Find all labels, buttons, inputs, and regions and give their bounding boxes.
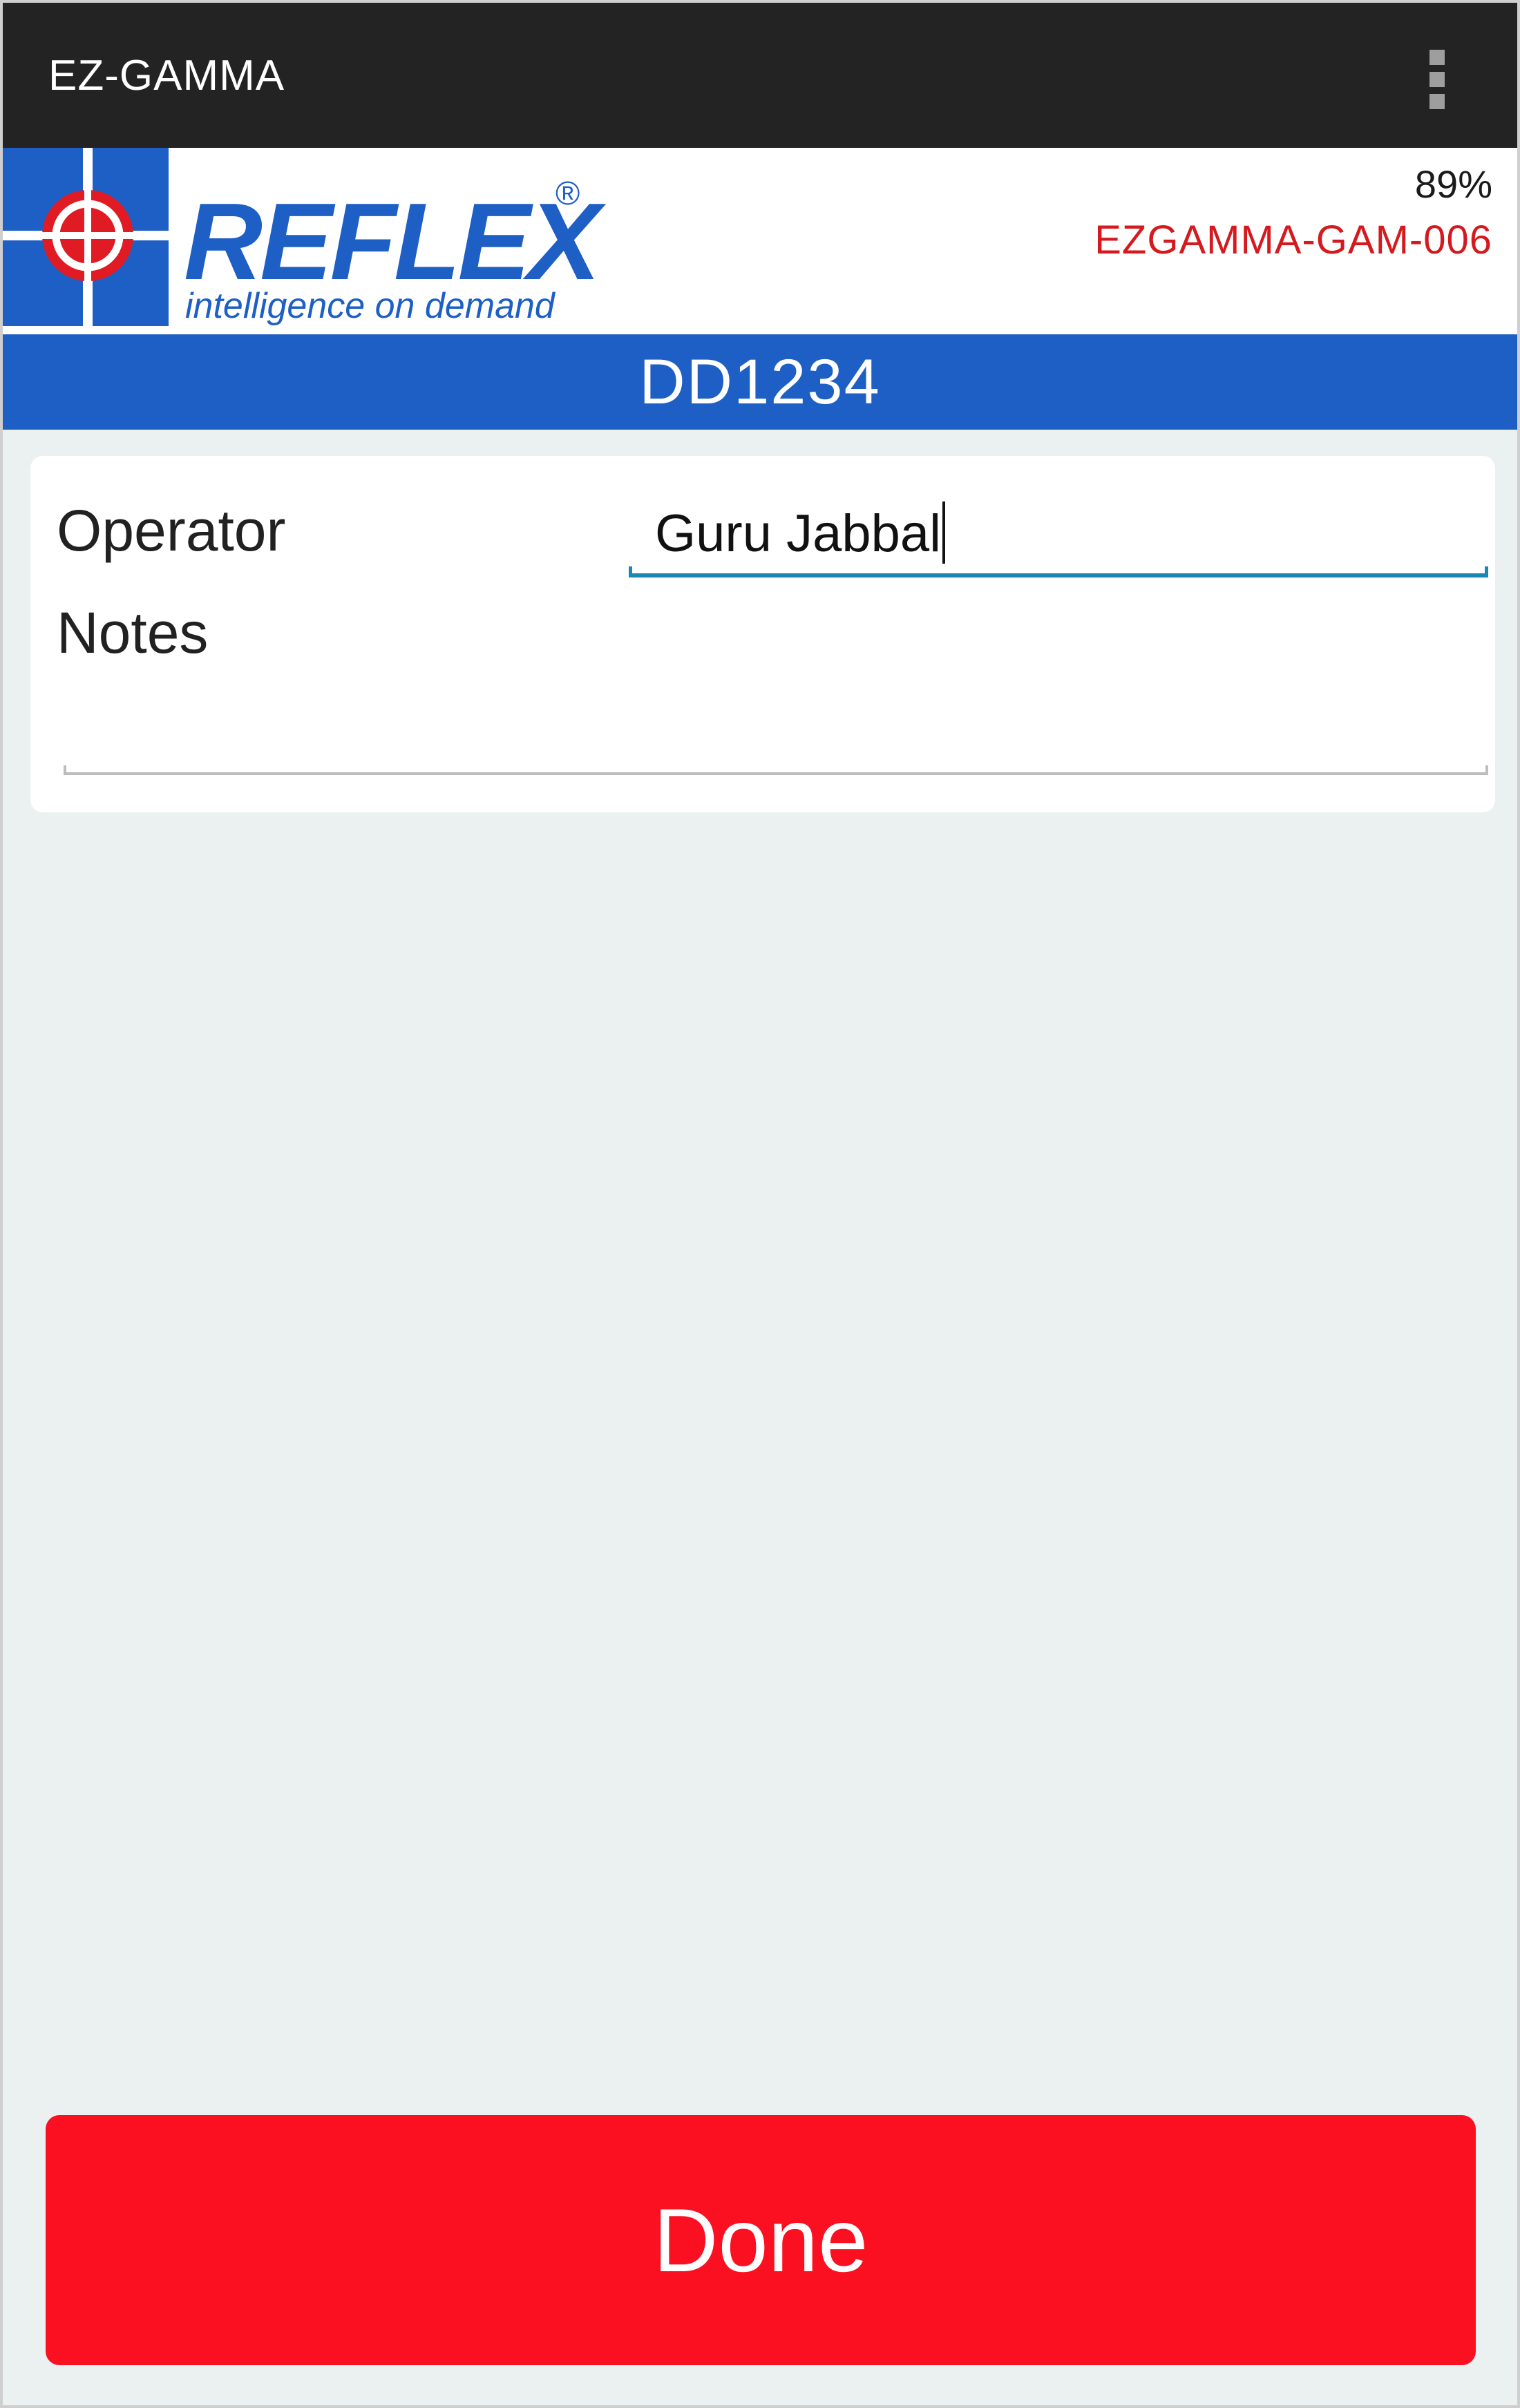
- app-screen: EZ-GAMMA REFLEX ® intelligence on demand…: [0, 0, 1520, 2408]
- battery-percent: 89%: [1414, 162, 1492, 206]
- notes-label: Notes: [57, 600, 209, 665]
- app-title: EZ-GAMMA: [48, 52, 285, 99]
- operator-label: Operator: [57, 498, 286, 563]
- done-button-label: Done: [653, 2190, 868, 2291]
- overflow-menu-icon[interactable]: [1427, 50, 1447, 109]
- brand-header: REFLEX ® intelligence on demand 89% EZGA…: [3, 148, 1517, 334]
- logo-tagline: intelligence on demand: [185, 286, 556, 326]
- form-card: Operator Guru Jabbal Notes: [30, 456, 1495, 812]
- hole-id-banner: DD1234: [3, 334, 1517, 430]
- done-button[interactable]: Done: [46, 2115, 1476, 2365]
- logo-wordmark: REFLEX: [184, 181, 607, 303]
- logo-registered: ®: [555, 175, 580, 212]
- action-bar: EZ-GAMMA: [3, 3, 1517, 148]
- text-cursor: [942, 501, 946, 564]
- operator-input-underline: [629, 566, 1488, 577]
- reflex-logo: REFLEX ® intelligence on demand: [3, 148, 609, 326]
- device-id: EZGAMMA-GAM-006: [1094, 218, 1492, 262]
- operator-input[interactable]: Guru Jabbal: [629, 501, 1488, 566]
- operator-value: Guru Jabbal: [655, 504, 942, 563]
- hole-id: DD1234: [639, 346, 881, 417]
- notes-input[interactable]: [64, 765, 1488, 775]
